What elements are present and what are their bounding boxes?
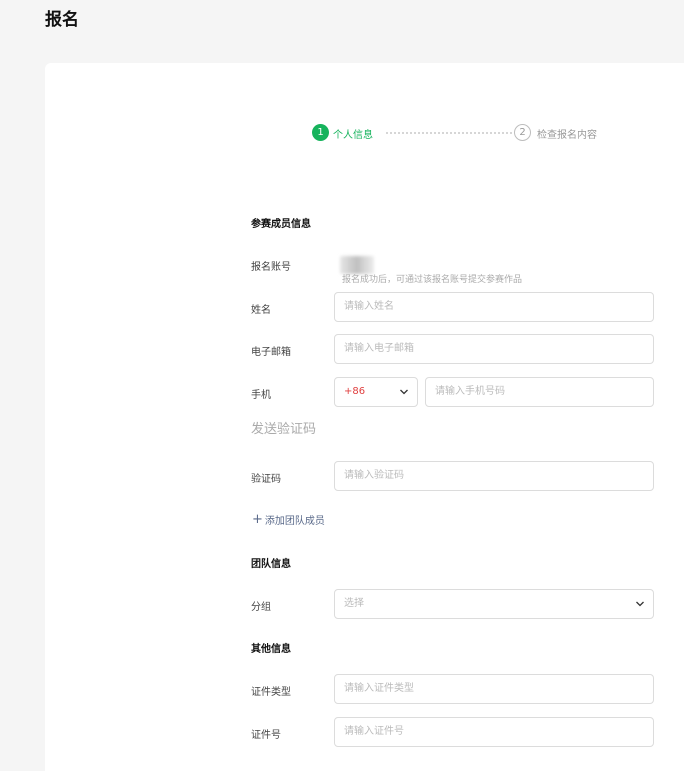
registration-card bbox=[45, 63, 684, 771]
step-connector bbox=[386, 132, 512, 134]
plus-icon: + bbox=[252, 511, 263, 527]
code-input[interactable]: 请输入验证码 bbox=[334, 461, 654, 491]
step-1-number[interactable]: 1 bbox=[312, 124, 329, 141]
id-number-input[interactable]: 请输入证件号 bbox=[334, 717, 654, 747]
page-title: 报名 bbox=[45, 10, 79, 30]
group-select[interactable]: 选择 bbox=[334, 589, 654, 619]
country-code-select[interactable]: +86 bbox=[334, 377, 418, 407]
id-type-label: 证件类型 bbox=[251, 687, 291, 698]
name-input[interactable]: 请输入姓名 bbox=[334, 292, 654, 322]
add-member-label: 添加团队成员 bbox=[264, 516, 325, 527]
email-input[interactable]: 请输入电子邮箱 bbox=[334, 334, 654, 364]
step-2-label[interactable]: 检查报名内容 bbox=[537, 126, 597, 141]
code-label: 验证码 bbox=[251, 474, 281, 485]
group-label: 分组 bbox=[251, 602, 271, 613]
name-label: 姓名 bbox=[251, 305, 271, 316]
account-label: 报名账号 bbox=[251, 262, 291, 273]
section-title-other: 其他信息 bbox=[251, 644, 291, 655]
step-1-label[interactable]: 个人信息 bbox=[333, 126, 373, 141]
id-type-input[interactable]: 请输入证件类型 bbox=[334, 674, 654, 704]
email-label: 电子邮箱 bbox=[251, 347, 291, 358]
section-title-team: 团队信息 bbox=[251, 559, 291, 570]
section-title-members: 参赛成员信息 bbox=[251, 219, 311, 230]
group-placeholder: 选择 bbox=[344, 598, 364, 609]
add-member-button[interactable]: + 添加团队成员 bbox=[252, 511, 325, 528]
send-code-button[interactable]: 发送验证码 bbox=[251, 418, 316, 437]
id-number-label: 证件号 bbox=[251, 730, 281, 741]
chevron-down-icon bbox=[400, 389, 408, 395]
chevron-down-icon bbox=[636, 601, 644, 607]
account-hint: 报名成功后，可通过该报名账号提交参赛作品 bbox=[342, 275, 523, 285]
country-code-value: +86 bbox=[344, 386, 366, 397]
phone-input[interactable]: 请输入手机号码 bbox=[425, 377, 654, 407]
step-2-number[interactable]: 2 bbox=[514, 124, 531, 141]
phone-label: 手机 bbox=[251, 390, 271, 401]
